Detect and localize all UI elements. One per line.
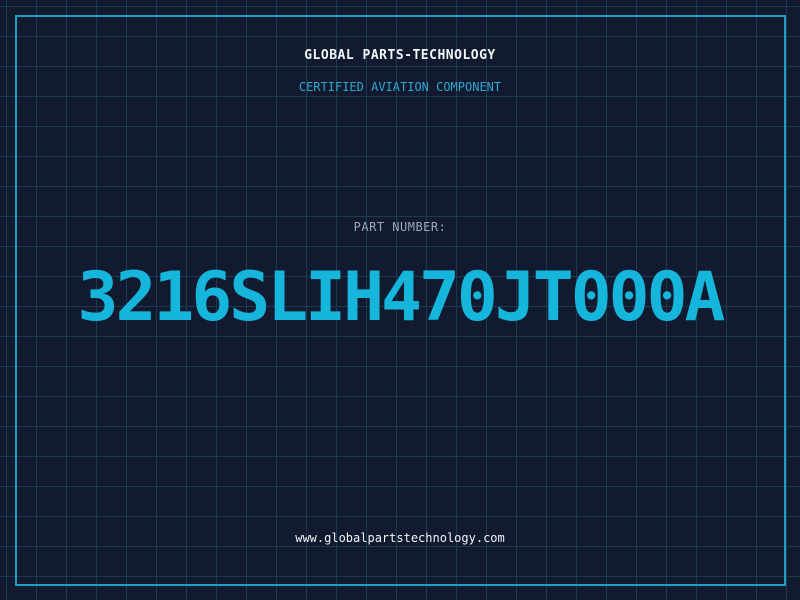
company-name: GLOBAL PARTS-TECHNOLOGY — [304, 48, 496, 63]
part-number-label: PART NUMBER: — [353, 220, 447, 234]
certification-subtitle: CERTIFIED AVIATION COMPONENT — [298, 80, 502, 94]
part-number-value: 3216SLIH470JT000A — [77, 258, 726, 337]
part-label-card: GLOBAL PARTS-TECHNOLOGY CERTIFIED AVIATI… — [0, 0, 800, 600]
website-url: www.globalpartstechnology.com — [295, 531, 505, 545]
